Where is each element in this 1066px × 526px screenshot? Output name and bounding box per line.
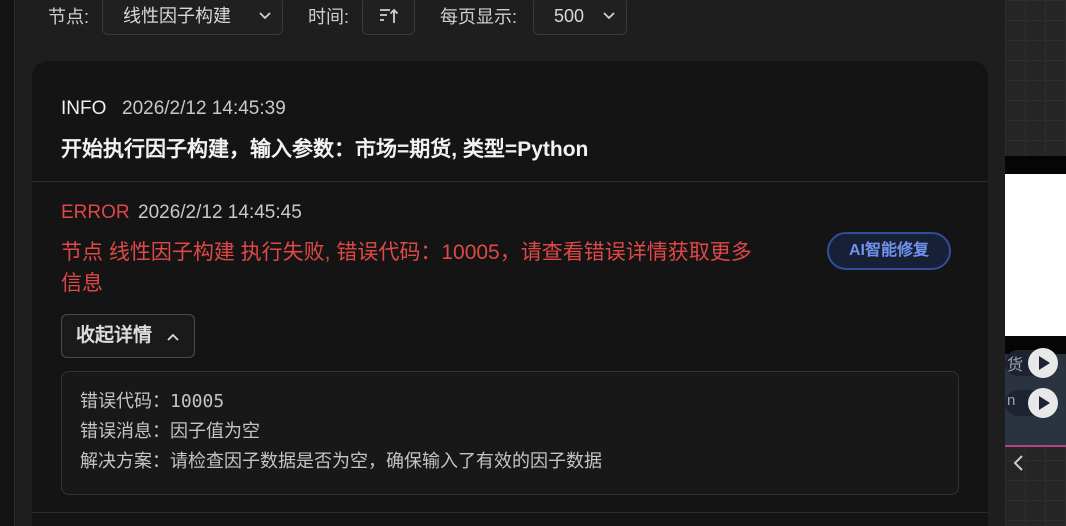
left-edge-strip bbox=[0, 0, 15, 526]
page-size-select[interactable]: 500 bbox=[533, 0, 627, 35]
chevron-left-icon[interactable] bbox=[1010, 452, 1028, 474]
time-sort-label: 时间: bbox=[308, 7, 350, 27]
collapse-details-label: 收起详情 bbox=[76, 325, 153, 346]
error-message-detail-line: 错误消息：因子值为空 bbox=[80, 421, 260, 442]
log-divider bbox=[32, 512, 988, 513]
chevron-down-icon bbox=[603, 12, 615, 20]
chevron-down-icon bbox=[259, 12, 271, 20]
solution-line: 解决方案：请检查因子数据是否为空，确保输入了有效的因子数据 bbox=[80, 451, 602, 472]
node-filter-value: 线性因子构建 bbox=[123, 6, 231, 26]
node-filter-select[interactable]: 线性因子构建 bbox=[102, 0, 283, 35]
log-panel: 节点: 线性因子构建 时间: 每页显示: 500 INFO 2026/2/12 … bbox=[15, 0, 1005, 526]
play-icon[interactable] bbox=[1028, 348, 1058, 378]
log-toolbar: 节点: 线性因子构建 时间: 每页显示: 500 bbox=[15, 0, 1005, 40]
play-icon[interactable] bbox=[1028, 388, 1058, 418]
canvas-node-ports: 货 n bbox=[1005, 348, 1066, 446]
log-level-error: ERROR bbox=[61, 202, 130, 223]
error-message-line-1: 节点 线性因子构建 执行失败, 错误代码：10005，请查看错误详情获取更多 bbox=[61, 241, 752, 264]
error-message-line-2: 信息 bbox=[61, 272, 103, 295]
chevron-up-icon bbox=[167, 333, 179, 341]
log-list: INFO 2026/2/12 14:45:39 开始执行因子构建，输入参数：市场… bbox=[32, 61, 988, 526]
sort-ascending-icon bbox=[380, 8, 399, 23]
canvas-connection-line bbox=[1005, 445, 1066, 447]
error-details-box: 错误代码：10005 错误消息：因子值为空 解决方案：请检查因子数据是否为空，确… bbox=[61, 371, 959, 495]
time-sort-button[interactable] bbox=[362, 0, 415, 35]
page-size-label: 每页显示: bbox=[440, 7, 518, 27]
node-filter-label: 节点: bbox=[48, 7, 90, 27]
canvas-node-body bbox=[1005, 174, 1066, 336]
error-code-line: 错误代码：10005 bbox=[80, 391, 225, 412]
ai-fix-button[interactable]: AI智能修复 bbox=[827, 232, 951, 270]
log-timestamp: 2026/2/12 14:45:45 bbox=[138, 202, 302, 223]
canvas-node-header bbox=[1005, 156, 1066, 174]
collapse-details-button[interactable]: 收起详情 bbox=[61, 314, 195, 358]
node-port-text: n bbox=[1007, 392, 1016, 409]
node-port-text: 货 bbox=[1007, 357, 1024, 374]
page-size-value: 500 bbox=[554, 6, 585, 26]
log-entry-error: ERROR 2026/2/12 14:45:45 节点 线性因子构建 执行失败,… bbox=[32, 61, 988, 526]
